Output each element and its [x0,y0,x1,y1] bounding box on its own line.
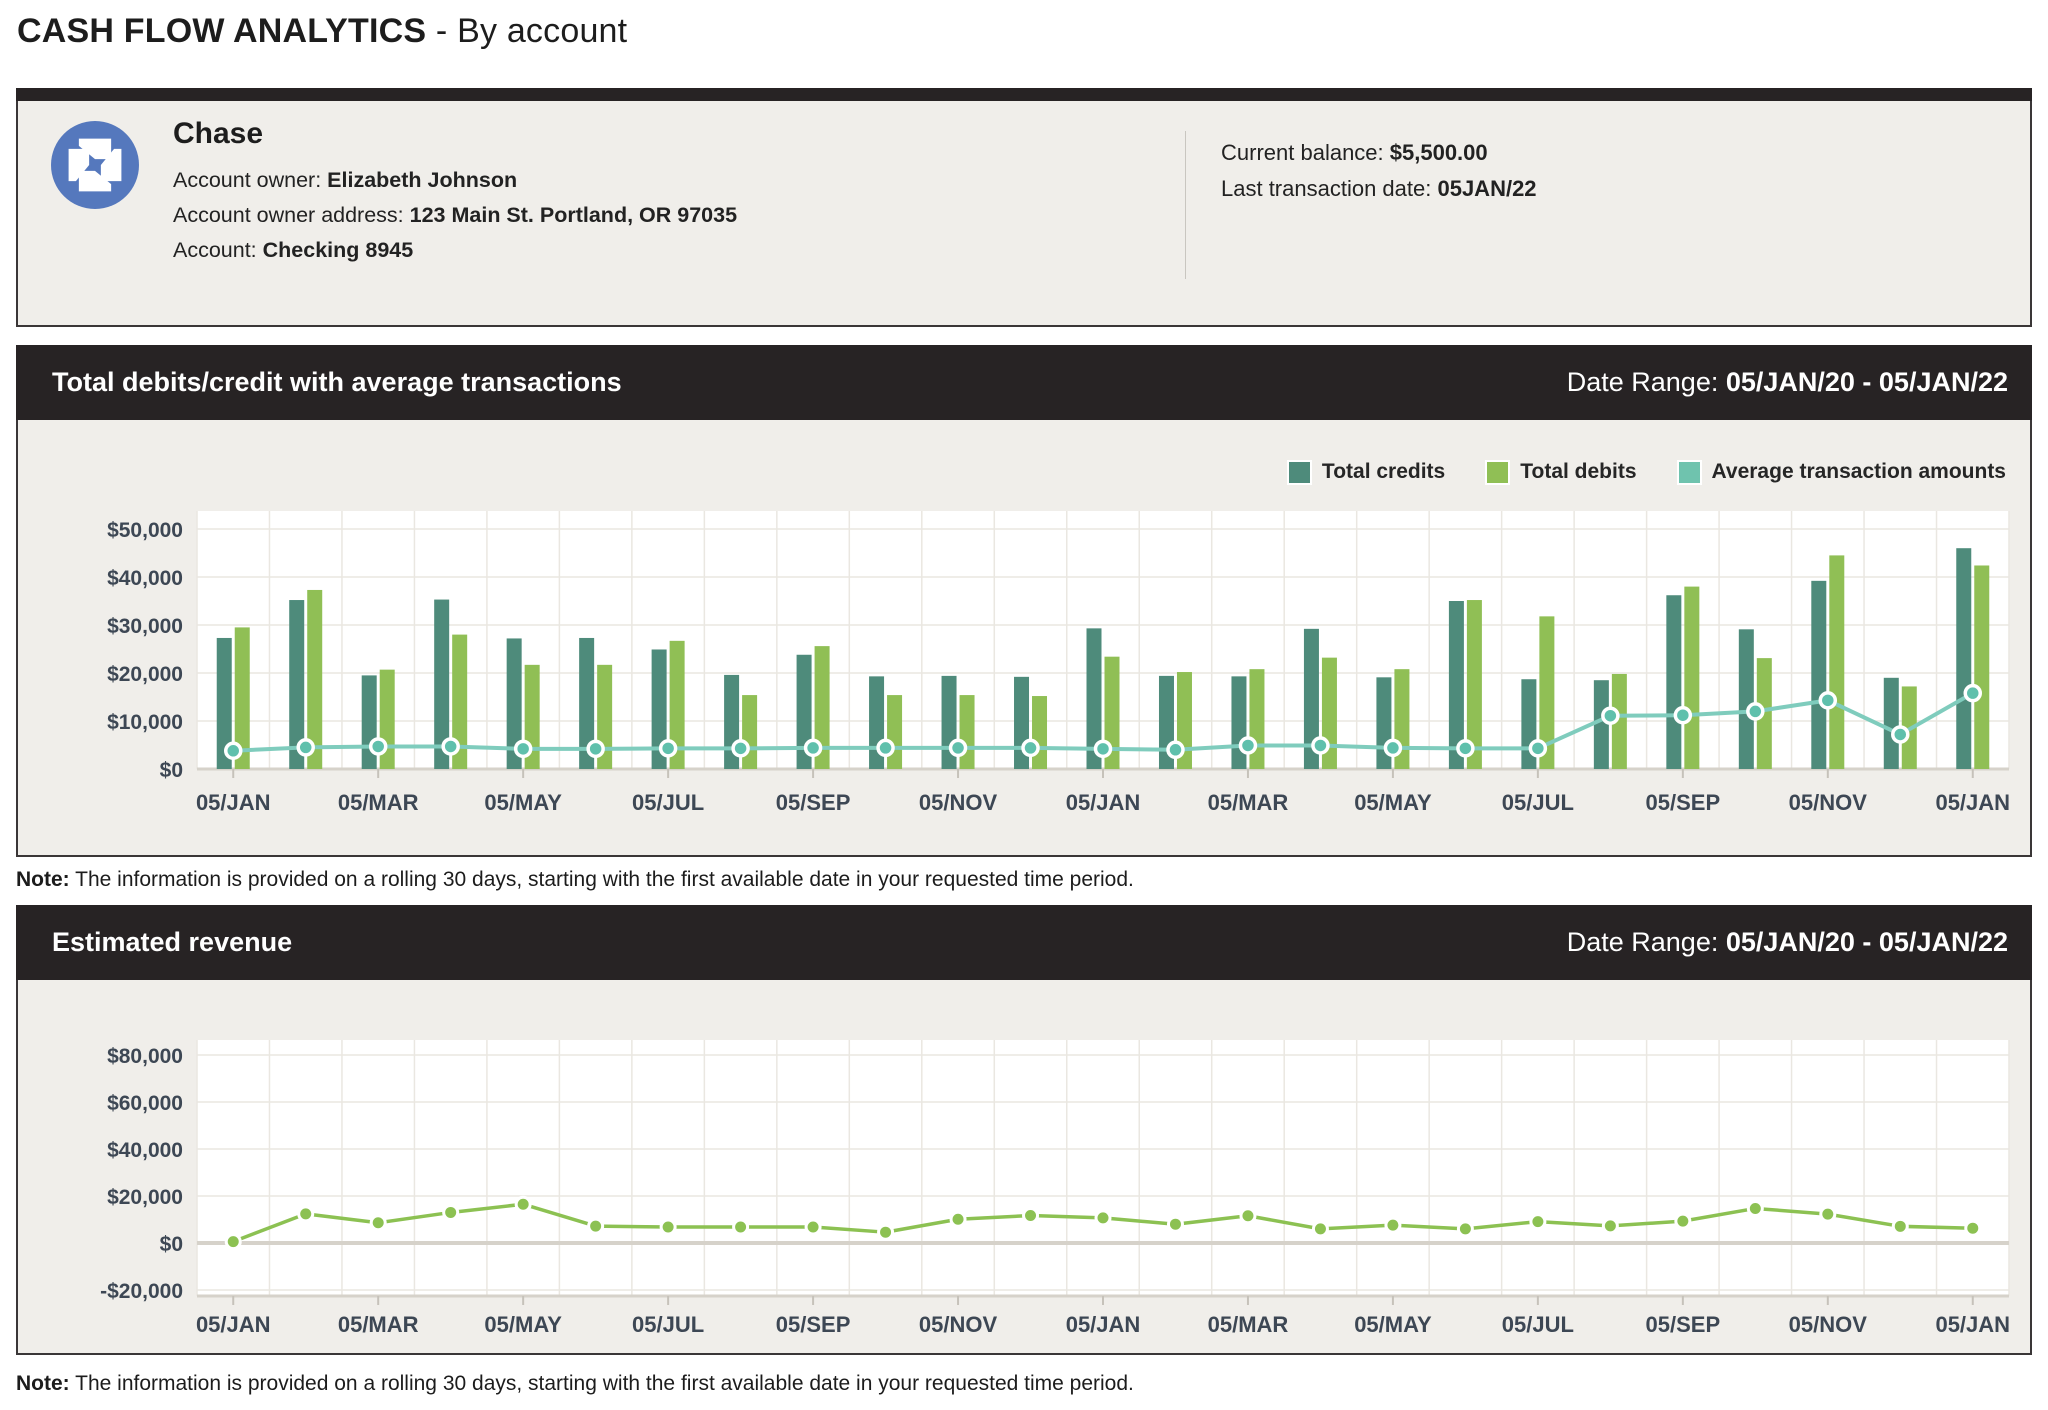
svg-text:05/JUL: 05/JUL [632,790,704,815]
account-info-left: Chase Account owner: Elizabeth Johnson A… [173,117,737,268]
svg-text:$40,000: $40,000 [107,567,183,590]
current-balance-row: Current balance: $5,500.00 [1221,135,1537,171]
svg-text:05/JAN: 05/JAN [1066,790,1141,815]
svg-text:05/JAN: 05/JAN [196,790,271,815]
svg-text:05/JUL: 05/JUL [1502,790,1574,815]
page-title-suffix: - By account [426,12,627,50]
svg-text:05/JUL: 05/JUL [1502,1312,1574,1337]
rolling-30-days-note: Note: The information is provided on a r… [16,1372,1134,1396]
bank-name: Chase [173,117,737,151]
svg-text:05/JAN: 05/JAN [1935,1312,2010,1337]
estimated-revenue-section: Estimated revenue Date Range: 05/JAN/20 … [16,905,2032,1355]
svg-text:05/JUL: 05/JUL [632,1312,704,1337]
svg-text:05/SEP: 05/SEP [1646,1312,1721,1337]
date-range: Date Range: 05/JAN/20 - 05/JAN/22 [1567,927,2008,958]
account-owner-row: Account owner: Elizabeth Johnson [173,163,737,198]
legend-swatch-average-transactions [1679,462,1700,483]
svg-text:05/SEP: 05/SEP [776,1312,851,1337]
svg-text:05/MAR: 05/MAR [338,1312,419,1337]
account-address-row: Account owner address: 123 Main St. Port… [173,198,737,233]
svg-text:05/NOV: 05/NOV [919,790,998,815]
debits-credits-section: Total debits/credit with average transac… [16,345,2032,857]
last-transaction-row: Last transaction date: 05JAN/22 [1221,171,1537,207]
debits-credits-chart-panel: Total credits Total debits Average trans… [16,420,2032,857]
svg-text:05/SEP: 05/SEP [1646,790,1721,815]
svg-text:05/MAR: 05/MAR [1208,1312,1289,1337]
svg-text:05/MAR: 05/MAR [1208,790,1289,815]
account-number-row: Account: Checking 8945 [173,233,737,268]
svg-text:05/JAN: 05/JAN [196,1312,271,1337]
debits-credits-header: Total debits/credit with average transac… [16,345,2032,420]
legend-swatch-total-debits [1487,462,1508,483]
svg-text:05/MAY: 05/MAY [1354,790,1432,815]
svg-text:$0: $0 [160,759,183,782]
svg-text:$0: $0 [160,1233,183,1256]
chase-logo-icon [51,121,139,209]
svg-text:$20,000: $20,000 [107,1186,183,1209]
account-card-body: Chase Account owner: Elizabeth Johnson A… [16,101,2032,327]
estimated-revenue-header: Estimated revenue Date Range: 05/JAN/20 … [16,905,2032,980]
chase-logo-circle [51,121,139,209]
svg-text:$80,000: $80,000 [107,1045,183,1068]
svg-text:$20,000: $20,000 [107,663,183,686]
page-title: CASH FLOW ANALYTICS - By account [17,12,627,51]
svg-text:05/NOV: 05/NOV [1789,1312,1868,1337]
card-vertical-divider [1185,131,1186,279]
svg-text:$30,000: $30,000 [107,615,183,638]
legend-item-total-debits: Total debits [1487,460,1636,484]
svg-text:05/MAY: 05/MAY [484,790,562,815]
section-title: Estimated revenue [52,927,292,958]
svg-text:05/JAN: 05/JAN [1935,790,2010,815]
svg-text:05/NOV: 05/NOV [919,1312,998,1337]
rolling-30-days-note: Note: The information is provided on a r… [16,868,1134,892]
svg-text:05/MAY: 05/MAY [484,1312,562,1337]
account-info-right: Current balance: $5,500.00 Last transact… [1221,135,1537,207]
svg-text:05/MAR: 05/MAR [338,790,419,815]
svg-text:05/MAY: 05/MAY [1354,1312,1432,1337]
cash-flow-analytics-page: CASH FLOW ANALYTICS - By account Chase A… [0,0,2048,1410]
estimated-revenue-chart-panel: $80,000 $60,000 $40,000 $20,000 $0 -$20,000 05… [16,980,2032,1355]
svg-text:05/JAN: 05/JAN [1066,1312,1141,1337]
svg-text:05/SEP: 05/SEP [776,790,851,815]
legend-swatch-total-credits [1289,462,1310,483]
page-title-main: CASH FLOW ANALYTICS [17,12,426,50]
legend-item-total-credits: Total credits [1289,460,1445,484]
date-range: Date Range: 05/JAN/20 - 05/JAN/22 [1567,367,2008,398]
account-card-top-stripe [16,88,2032,101]
svg-text:$50,000: $50,000 [107,519,183,542]
svg-text:$60,000: $60,000 [107,1092,183,1115]
svg-text:$40,000: $40,000 [107,1139,183,1162]
svg-text:05/NOV: 05/NOV [1789,790,1868,815]
debits-credits-chart: $50,000 $40,000 $30,000 $20,000 $10,000 $0 05/… [18,420,2030,853]
legend-item-average-transactions: Average transaction amounts [1679,460,2006,484]
chart-legend: Total credits Total debits Average trans… [1289,460,2006,484]
svg-text:$10,000: $10,000 [107,711,183,734]
svg-text:-$20,000: -$20,000 [100,1280,183,1303]
account-card: Chase Account owner: Elizabeth Johnson A… [16,88,2032,329]
section-title: Total debits/credit with average transac… [52,367,622,398]
estimated-revenue-chart: $80,000 $60,000 $40,000 $20,000 $0 -$20,000 05… [18,980,2030,1351]
